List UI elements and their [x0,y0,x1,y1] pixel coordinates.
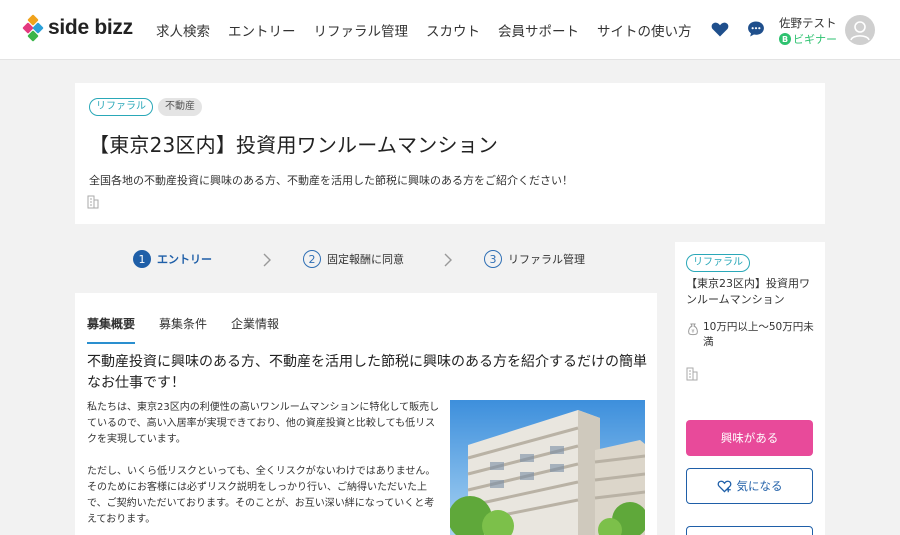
step-label: エントリー [157,253,212,266]
job-summary-card: リファラル 不動産 【東京23区内】投資用ワンルームマンション 全国各地の不動産… [75,83,825,224]
nav-referral[interactable]: リファラル管理 [314,20,409,40]
job-lead: 全国各地の不動産投資に興味のある方、不動産を活用した節税に興味のある方をご紹介く… [89,174,573,187]
interest-button-label: 興味がある [720,431,779,445]
nav-scout[interactable]: スカウト [426,20,480,40]
user-rank: B ビギナー [779,31,837,47]
heart-icon[interactable] [710,19,730,39]
side-tag-referral: リファラル [686,254,750,272]
site-logo[interactable]: side bizz [22,14,133,42]
step-entry: 1 エントリー [133,250,212,268]
salary-text: 10万円以上～50万円未満 [703,321,814,348]
step-referral: 3 リファラル管理 [484,250,585,268]
job-tags: リファラル 不動産 [89,98,207,116]
side-job-title: 【東京23区内】投資用ワンルームマンション [686,277,810,306]
salary-range: ¥ 10万円以上～50万円未満 [686,320,821,350]
user-name[interactable]: 佐野テスト [779,15,837,31]
chevron-right-icon [444,253,452,267]
entry-steps: 1 エントリー 2 固定報酬に同意 3 リファラル管理 [75,243,657,278]
nav-entry[interactable]: エントリー [228,20,296,40]
main-nav: 求人検索 エントリー リファラル管理 スカウト 会員サポート サイトの使い方 [156,0,710,60]
building-photo [450,400,645,535]
job-side-card: リファラル 【東京23区内】投資用ワンルームマンション ¥ 10万円以上～50万… [675,242,825,535]
detail-tabs: 募集概要 募集条件 企業情報 [87,315,303,344]
favorite-button[interactable]: 気になる [686,468,813,504]
job-detail-card: 募集概要 募集条件 企業情報 不動産投資に興味のある方、不動産を活用した節税に興… [75,293,657,535]
avatar-icon [850,21,870,41]
step-label: 固定報酬に同意 [327,253,404,266]
tag-category: 不動産 [158,98,202,116]
money-bag-icon: ¥ [688,323,698,336]
interest-button[interactable]: 興味がある [686,420,813,456]
nav-support[interactable]: 会員サポート [498,20,579,40]
site-header: side bizz 求人検索 エントリー リファラル管理 スカウト 会員サポート… [0,0,900,60]
tab-company[interactable]: 企業情報 [231,315,279,344]
step-number: 3 [484,250,502,268]
nav-job-search[interactable]: 求人検索 [156,20,210,40]
avatar[interactable] [845,15,875,45]
user-rank-label: ビギナー [793,33,837,46]
heart-plus-icon [717,480,731,493]
secondary-button[interactable] [686,526,813,535]
step-agree: 2 固定報酬に同意 [303,250,404,268]
favorite-button-label: 気になる [736,479,783,493]
logo-text: side bizz [48,16,133,39]
content-paragraph: ただし、いくら低リスクといっても、全くリスクがないわけではありません。そのために… [87,466,436,525]
chat-icon[interactable] [746,19,766,39]
tab-overview[interactable]: 募集概要 [87,315,136,344]
building-icon [686,367,698,381]
step-number: 2 [303,250,321,268]
logo-mark-icon [22,14,44,42]
building-icon [87,195,99,209]
nav-howto[interactable]: サイトの使い方 [597,20,692,40]
content-headline: 不動産投資に興味のある方、不動産を活用した節税に興味のある方を紹介するだけの簡単… [87,354,647,391]
page-title: 【東京23区内】投資用ワンルームマンション [89,133,499,157]
tag-referral: リファラル [89,98,153,116]
tab-conditions[interactable]: 募集条件 [159,315,207,344]
chevron-right-icon [263,253,271,267]
step-number: 1 [133,250,151,268]
step-label: リファラル管理 [508,253,585,266]
content-body: 私たちは、東京23区内の利便性の高いワンルームマンションに特化して販売しているの… [87,400,443,535]
content-paragraph: 私たちは、東京23区内の利便性の高いワンルームマンションに特化して販売しているの… [87,402,440,445]
svg-text:¥: ¥ [691,329,694,335]
rank-badge-icon: B [779,33,791,45]
